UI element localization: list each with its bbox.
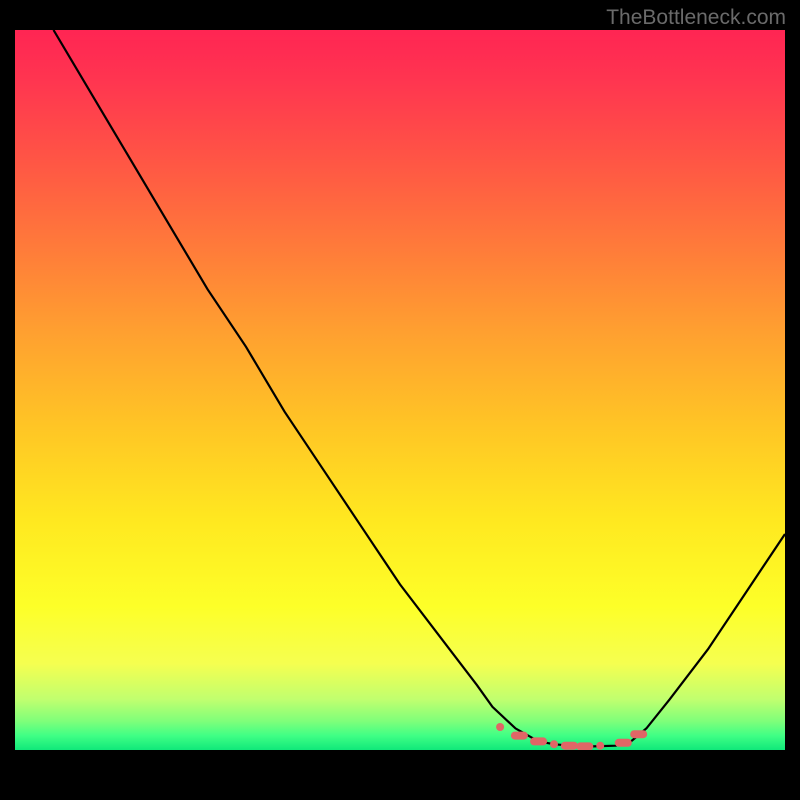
marker-segment [511,732,528,740]
plot-area [15,30,785,750]
watermark-text: TheBottleneck.com [606,6,786,30]
marker-segment [576,742,593,750]
marker-segment [630,730,647,738]
marker-segment [596,742,604,750]
marker-segment [561,742,578,750]
marker-segment [496,723,504,731]
marker-segment [550,740,558,748]
marker-segment [615,739,632,747]
marker-segment [530,737,547,745]
marker-dots [15,30,785,750]
